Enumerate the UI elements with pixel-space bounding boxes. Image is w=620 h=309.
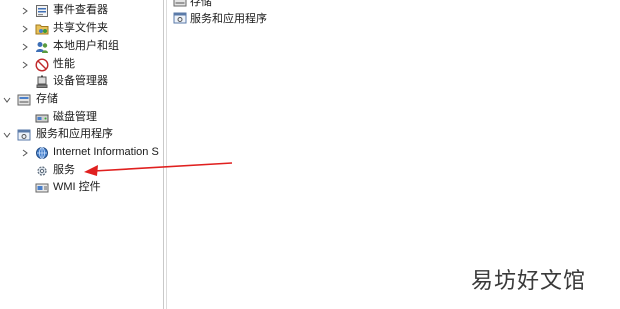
tree-item-event-viewer[interactable]: 事件查看器 [0, 2, 163, 19]
tree-item-label: 服务 [53, 164, 75, 176]
storage-icon [173, 0, 187, 8]
disk-management-icon [35, 111, 49, 125]
content-item-label: 存储 [190, 0, 212, 8]
tree-item-performance[interactable]: 性能 [0, 56, 163, 73]
tree-item-label: 共享文件夹 [53, 22, 108, 34]
chevron-right-icon[interactable] [20, 24, 30, 34]
tree-item-device-manager[interactable]: 设备管理器 [0, 73, 163, 90]
shared-folders-icon [35, 22, 49, 36]
content-item-storage[interactable]: 存储 [173, 0, 212, 9]
pane-splitter[interactable] [163, 0, 164, 309]
tree-item-label: WMI 控件 [53, 181, 101, 193]
content-item-label: 服务和应用程序 [190, 12, 267, 25]
tree-item-label: 存储 [36, 93, 58, 105]
tree-item-label: 事件查看器 [53, 4, 108, 16]
tree-item-iis[interactable]: Internet Information S [0, 144, 163, 161]
tree-item-label: Internet Information S [53, 146, 159, 158]
iis-icon [35, 146, 49, 160]
performance-icon [35, 57, 49, 72]
services-gear-icon [35, 164, 49, 178]
tree-item-label: 性能 [53, 58, 75, 70]
services-apps-icon [17, 128, 31, 142]
content-item-services-apps[interactable]: 服务和应用程序 [173, 9, 267, 26]
chevron-right-icon[interactable] [20, 148, 30, 158]
watermark-text: 易坊好文馆 [471, 269, 587, 294]
chevron-right-icon[interactable] [20, 6, 30, 16]
local-users-icon [35, 40, 49, 54]
chevron-right-icon[interactable] [20, 42, 30, 52]
storage-icon [17, 93, 31, 107]
tree-item-storage[interactable]: 存储 [0, 91, 163, 108]
tree-item-label: 本地用户和组 [53, 40, 119, 52]
tree-item-local-users[interactable]: 本地用户和组 [0, 38, 163, 55]
pane-border [166, 0, 167, 309]
services-apps-icon [173, 11, 187, 25]
tree-item-services-apps[interactable]: 服务和应用程序 [0, 126, 163, 143]
tree-item-wmi-control[interactable]: WMI 控件 [0, 179, 163, 196]
tree-item-shared-folders[interactable]: 共享文件夹 [0, 20, 163, 37]
tree-item-label: 服务和应用程序 [36, 128, 113, 140]
wmi-control-icon [35, 181, 49, 195]
device-manager-icon [35, 75, 49, 89]
chevron-right-icon[interactable] [20, 60, 30, 70]
tree-item-services[interactable]: 服务 [0, 162, 163, 179]
console-tree: 事件查看器 共享文件夹 本地用户和组 性能 设备管理器 存储 磁盘管理 服务和应… [0, 0, 163, 309]
chevron-down-icon[interactable] [2, 95, 12, 105]
tree-item-label: 设备管理器 [53, 75, 108, 87]
tree-item-label: 磁盘管理 [53, 111, 97, 123]
event-viewer-icon [35, 4, 49, 18]
tree-item-disk-management[interactable]: 磁盘管理 [0, 109, 163, 126]
chevron-down-icon[interactable] [2, 130, 12, 140]
